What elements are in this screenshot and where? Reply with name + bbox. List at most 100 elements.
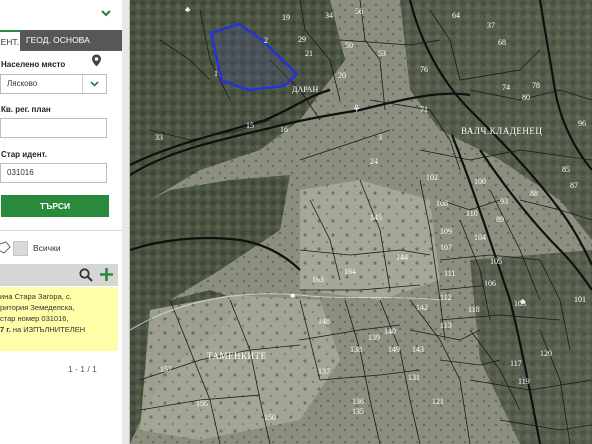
result-line: стар номер 031016, <box>0 314 69 323</box>
parcel-number: 113 <box>440 321 452 330</box>
parcel-number: 103 <box>514 299 526 308</box>
reg-plan-label: Кв. рег. план <box>1 105 51 114</box>
result-toolbar <box>0 264 118 286</box>
parcel-number: 106 <box>484 279 496 288</box>
search-button[interactable]: ТЪРСИ <box>1 195 109 217</box>
parcel-number: 78 <box>532 81 540 90</box>
tab-bar: ЕНТ. ГЕОД. ОСНОВА <box>0 30 122 51</box>
reg-plan-input[interactable] <box>0 118 107 138</box>
search-icon[interactable] <box>79 268 93 282</box>
parcel-number: 136 <box>352 397 364 406</box>
parcel-number: 64 <box>452 11 460 20</box>
parcel-number: 16 <box>280 125 288 134</box>
parcel-number: 163 <box>312 275 324 284</box>
parcel-number: 88 <box>530 189 538 198</box>
parcel-number: 76 <box>420 65 428 74</box>
select-all-checkbox[interactable] <box>13 241 28 256</box>
parcel-number: 120 <box>540 349 552 358</box>
plus-icon[interactable] <box>99 267 114 282</box>
svg-text:♣: ♣ <box>185 5 191 14</box>
map-pin-icon[interactable] <box>91 54 102 67</box>
parcel-number: 138 <box>350 345 362 354</box>
parcel-number: 89 <box>496 215 504 224</box>
chevron-down-icon[interactable] <box>100 7 112 19</box>
settlement-select[interactable]: Лясково <box>0 74 107 94</box>
parcel-number: 149 <box>388 345 400 354</box>
parcel-number: 85 <box>562 165 570 174</box>
cadastral-map[interactable]: ⚘ ♣ ♣ ♣ ТАМЕНКИТЕ ВАЛЧ.КЛАДЕНЕЦ ДАРАН 56… <box>130 0 592 444</box>
parcel-number: 56 <box>355 7 363 16</box>
parcel-number: 164 <box>344 267 356 276</box>
parcel-number: 107 <box>440 243 452 252</box>
result-line: 7 г. на ИЗПЪЛНИТЕЛЕН <box>0 324 118 335</box>
parcel-number: 93 <box>500 197 508 206</box>
layer-selector[interactable] <box>0 0 122 31</box>
parcel-number: 148 <box>318 317 330 326</box>
parcel-number: 80 <box>522 93 530 102</box>
parcel-number: 96 <box>578 119 586 128</box>
place-name-label: ТАМЕНКИТЕ <box>207 351 267 361</box>
parcel-number: 156 <box>196 399 208 408</box>
parcel-number: 21 <box>305 49 313 58</box>
select-all-label: Всички <box>33 243 61 253</box>
parcel-number: 33 <box>155 133 163 142</box>
parcel-number: 2 <box>264 36 268 45</box>
parcel-number: 131 <box>408 373 420 382</box>
parcel-number: 71 <box>420 105 428 114</box>
parcel-number: 135 <box>352 407 364 416</box>
map-view[interactable]: ⚘ ♣ ♣ ♣ ТАМЕНКИТЕ ВАЛЧ.КЛАДЕНЕЦ ДАРАН 56… <box>130 0 592 444</box>
parcel-number: 119 <box>518 377 530 386</box>
result-item[interactable]: ина Стара Загора, с. ритория Земеделска,… <box>0 287 118 351</box>
parcel-number: 68 <box>498 38 506 47</box>
parcel-number: 111 <box>444 269 455 278</box>
polygon-icon[interactable] <box>0 241 11 254</box>
old-ident-input[interactable]: 031016 <box>0 163 107 183</box>
result-line-end: на ИЗПЪЛНИТЕЛЕН <box>12 325 86 334</box>
parcel-number: 140 <box>384 327 396 336</box>
parcel-number: 105 <box>490 257 502 266</box>
select-arrow <box>82 75 106 93</box>
settlement-value: Лясково <box>7 79 38 88</box>
result-line: ина Стара Загора, с. <box>0 292 72 301</box>
parcel-number: 137 <box>318 367 330 376</box>
parcel-number: 117 <box>510 359 522 368</box>
sidebar-collapse-handle[interactable] <box>122 0 130 444</box>
parcel-number: 121 <box>432 397 444 406</box>
parcel-number: 20 <box>338 71 346 80</box>
svg-text:♣: ♣ <box>290 291 296 300</box>
parcel-number: 100 <box>474 177 486 186</box>
parcel-number: 87 <box>570 181 578 190</box>
parcel-number: 139 <box>368 333 380 342</box>
parcel-number: 144 <box>396 253 408 262</box>
parcel-number: 104 <box>474 233 486 242</box>
tab-geodetic-base[interactable]: ГЕОД. ОСНОВА <box>26 30 90 51</box>
parcel-number: 101 <box>574 295 586 304</box>
parcel-number: 74 <box>502 83 510 92</box>
parcel-number: 50 <box>345 41 353 50</box>
search-panel: ЕНТ. ГЕОД. ОСНОВА Населено място Лясково… <box>0 0 123 444</box>
parcel-number: 150 <box>264 413 276 422</box>
parcel-number: 145 <box>370 213 382 222</box>
place-name-label: ДАРАН <box>292 85 318 94</box>
chevron-down-icon <box>90 81 99 87</box>
pager: 1 - 1 / 1 <box>68 364 97 374</box>
parcel-number: 3 <box>378 133 382 142</box>
parcel-number: 53 <box>378 49 386 58</box>
tab-identifier[interactable]: ЕНТ. <box>0 30 20 51</box>
parcel-number: 108 <box>436 199 448 208</box>
parcel-number: 118 <box>468 305 480 314</box>
parcel-number: 143 <box>412 345 424 354</box>
divider <box>0 230 122 231</box>
parcel-number: 34 <box>325 11 333 20</box>
result-line: ритория Земеделска, <box>0 303 75 312</box>
result-date: 7 г. <box>0 325 11 334</box>
parcel-number: 19 <box>282 13 290 22</box>
parcel-number: 15 <box>246 121 254 130</box>
parcel-number: 37 <box>487 21 495 30</box>
place-name-label: ВАЛЧ.КЛАДЕНЕЦ <box>461 126 542 136</box>
parcel-number: 109 <box>440 227 452 236</box>
parcel-number: 110 <box>466 209 478 218</box>
parcel-number: 1 <box>214 69 218 78</box>
parcel-number: 157 <box>160 365 172 374</box>
svg-text:⚘: ⚘ <box>352 104 361 115</box>
